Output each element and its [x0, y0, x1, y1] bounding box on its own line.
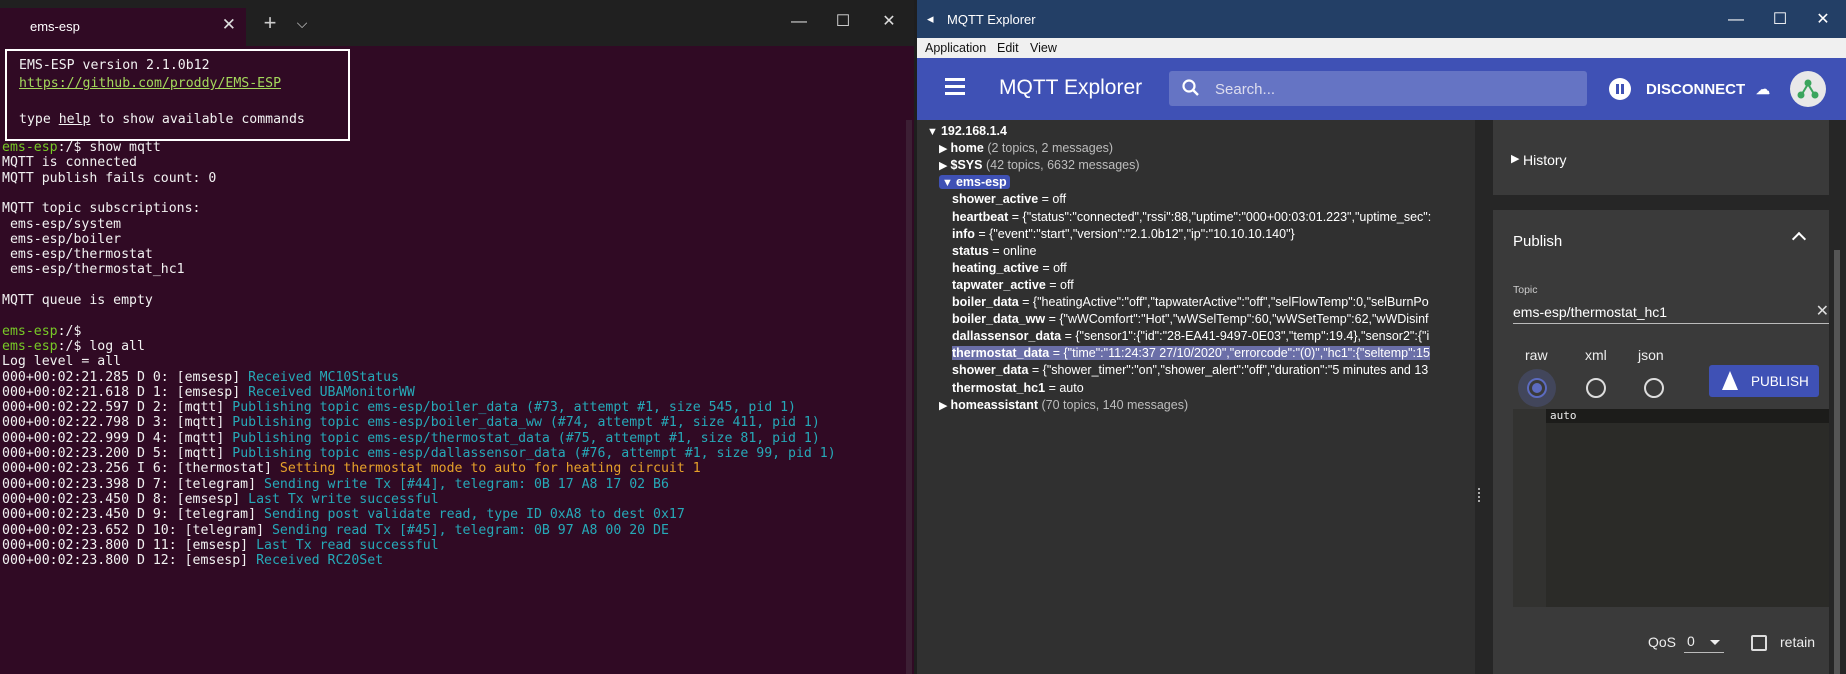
- topic-node[interactable]: ▼ 192.168.1.4: [927, 123, 1007, 140]
- publish-panel: Publish Topic ✕ raw xml json PUBLISH aut…: [1493, 210, 1829, 674]
- menu-view[interactable]: View: [1030, 41, 1057, 55]
- menu-bar: Application Edit View: [917, 38, 1846, 58]
- history-label: History: [1523, 152, 1567, 168]
- topic-leaf[interactable]: status = online: [952, 243, 1036, 260]
- search-icon: [1182, 79, 1199, 96]
- minimize-icon[interactable]: —: [784, 10, 814, 34]
- topic-leaf[interactable]: thermostat_data = {"time":"11:24:37 27/1…: [952, 345, 1430, 362]
- retain-checkbox[interactable]: [1751, 635, 1767, 651]
- terminal-tab-bar: ems-esp ✕ + ⌵ — ☐ ✕: [0, 0, 914, 46]
- collapse-arrow-icon[interactable]: ▼: [942, 177, 956, 189]
- topic-leaf[interactable]: dallassensor_data = {"sensor1":{"id":"28…: [952, 328, 1429, 345]
- format-radio-xml[interactable]: [1586, 378, 1606, 398]
- send-icon: [1722, 371, 1738, 390]
- topic-leaf[interactable]: heating_active = off: [952, 260, 1067, 277]
- publish-button-label: PUBLISH: [1751, 374, 1809, 389]
- search-input[interactable]: [1215, 77, 1575, 101]
- topic-leaf[interactable]: info = {"event":"start","version":"2.1.0…: [952, 226, 1295, 243]
- mqtt-explorer-window: ◂ MQTT Explorer — ☐ ✕ Application Edit V…: [917, 0, 1846, 674]
- new-tab-icon[interactable]: +: [256, 10, 284, 36]
- chevron-up-icon[interactable]: [1791, 231, 1807, 247]
- pane-splitter[interactable]: [1475, 120, 1483, 674]
- details-scrollbar[interactable]: [1829, 120, 1846, 674]
- expand-arrow-icon[interactable]: ▶: [939, 160, 951, 172]
- topic-node[interactable]: ▶ homeassistant (70 topics, 140 messages…: [939, 397, 1188, 414]
- terminal-scrollbar[interactable]: [906, 120, 912, 674]
- format-radio-json[interactable]: [1644, 378, 1664, 398]
- disconnect-button[interactable]: DISCONNECT ☁: [1604, 72, 1784, 106]
- expand-icon: ▶: [1511, 153, 1520, 165]
- details-panel: ▶ History Publish Topic ✕ raw xml json P…: [1483, 120, 1829, 674]
- menu-application[interactable]: Application: [925, 41, 986, 55]
- terminal-window: ems-esp ✕ + ⌵ — ☐ ✕ EMS-ESP version 2.1.…: [0, 0, 914, 674]
- log-line: 000+00:02:23.800 D 12: [emsesp] Received…: [2, 553, 384, 569]
- output-line: MQTT queue is empty: [2, 293, 153, 308]
- maximize-icon[interactable]: ☐: [828, 10, 858, 34]
- banner-version: EMS-ESP version 2.1.0b12: [19, 58, 210, 73]
- topic-leaf[interactable]: thermostat_hc1 = auto: [952, 380, 1084, 397]
- minimize-icon[interactable]: —: [1721, 8, 1751, 32]
- topic-leaf[interactable]: tapwater_active = off: [952, 277, 1074, 294]
- topic-leaf[interactable]: boiler_data_ww = {"wWComfort":"Hot","wWS…: [952, 311, 1429, 328]
- topic-leaf[interactable]: shower_data = {"shower_timer":"on","show…: [952, 362, 1428, 379]
- topic-tree: ▼ 192.168.1.4 ▶ home (2 topics, 2 message…: [917, 120, 1475, 674]
- topic-node[interactable]: ▼ ems-esp: [939, 174, 1010, 191]
- banner-link[interactable]: https://github.com/proddy/EMS-ESP: [19, 75, 281, 93]
- topic-input[interactable]: [1513, 302, 1803, 322]
- banner-help: type help to show available commands: [19, 112, 305, 127]
- chevron-down-icon: [1710, 640, 1720, 645]
- close-icon[interactable]: ✕: [1808, 8, 1838, 32]
- format-label-raw: raw: [1525, 347, 1548, 363]
- publish-title: Publish: [1513, 233, 1563, 250]
- payload-text: auto: [1550, 409, 1577, 422]
- tab-dropdown-icon[interactable]: ⌵: [288, 10, 316, 36]
- format-label-json: json: [1638, 347, 1664, 363]
- menu-icon[interactable]: [945, 78, 965, 98]
- topic-node[interactable]: ▶ home (2 topics, 2 messages): [939, 140, 1113, 157]
- topic-leaf[interactable]: boiler_data = {"heatingActive":"off","ta…: [952, 294, 1429, 311]
- disconnect-label: DISCONNECT: [1646, 81, 1746, 98]
- window-title: MQTT Explorer: [947, 12, 1036, 27]
- format-radio-raw[interactable]: [1527, 378, 1547, 398]
- output-line: ems-esp/thermostat_hc1: [2, 262, 185, 278]
- expand-arrow-icon[interactable]: ▶: [939, 400, 951, 412]
- output-line: MQTT publish fails count: 0: [2, 170, 217, 186]
- history-panel[interactable]: ▶ History: [1493, 120, 1829, 195]
- window-title-bar: ◂ MQTT Explorer — ☐ ✕: [917, 0, 1846, 38]
- terminal-tab[interactable]: ems-esp ✕: [0, 8, 246, 46]
- pause-icon: [1609, 78, 1631, 100]
- tab-close-icon[interactable]: ✕: [222, 15, 236, 35]
- welcome-banner: EMS-ESP version 2.1.0b12 https://github.…: [5, 49, 350, 141]
- qos-value: 0: [1687, 633, 1695, 649]
- retain-label: retain: [1780, 634, 1816, 650]
- topic-node[interactable]: ▶ $SYS (42 topics, 6632 messages): [939, 157, 1140, 174]
- topic-leaf[interactable]: heartbeat = {"status":"connected","rssi"…: [952, 209, 1431, 226]
- maximize-icon[interactable]: ☐: [1765, 8, 1795, 32]
- topic-label: Topic: [1513, 284, 1538, 296]
- payload-editor[interactable]: auto: [1513, 409, 1829, 607]
- editor-gutter: [1513, 409, 1546, 607]
- share-icon: [1797, 79, 1819, 99]
- clear-icon[interactable]: ✕: [1816, 301, 1829, 321]
- topic-leaf[interactable]: shower_active = off: [952, 191, 1066, 208]
- cloud-off-icon: ☁: [1756, 81, 1770, 97]
- search-box[interactable]: [1169, 71, 1587, 106]
- app-bar: MQTT Explorer DISCONNECT ☁: [917, 58, 1846, 120]
- app-title: MQTT Explorer: [999, 76, 1143, 99]
- menu-edit[interactable]: Edit: [997, 41, 1019, 55]
- app-icon: ◂: [927, 11, 934, 26]
- topic-field[interactable]: ✕: [1513, 302, 1829, 324]
- qos-label: QoS: [1648, 634, 1677, 650]
- terminal-output[interactable]: EMS-ESP version 2.1.0b12 https://github.…: [0, 46, 914, 674]
- format-label-xml: xml: [1585, 347, 1607, 363]
- qos-select[interactable]: 0: [1684, 631, 1724, 653]
- expand-arrow-icon[interactable]: ▶: [939, 143, 951, 155]
- close-icon[interactable]: ✕: [874, 10, 904, 34]
- collapse-arrow-icon[interactable]: ▼: [927, 126, 941, 138]
- publish-button[interactable]: PUBLISH: [1709, 365, 1819, 397]
- connection-avatar[interactable]: [1790, 71, 1826, 107]
- terminal-tab-title: ems-esp: [30, 19, 80, 34]
